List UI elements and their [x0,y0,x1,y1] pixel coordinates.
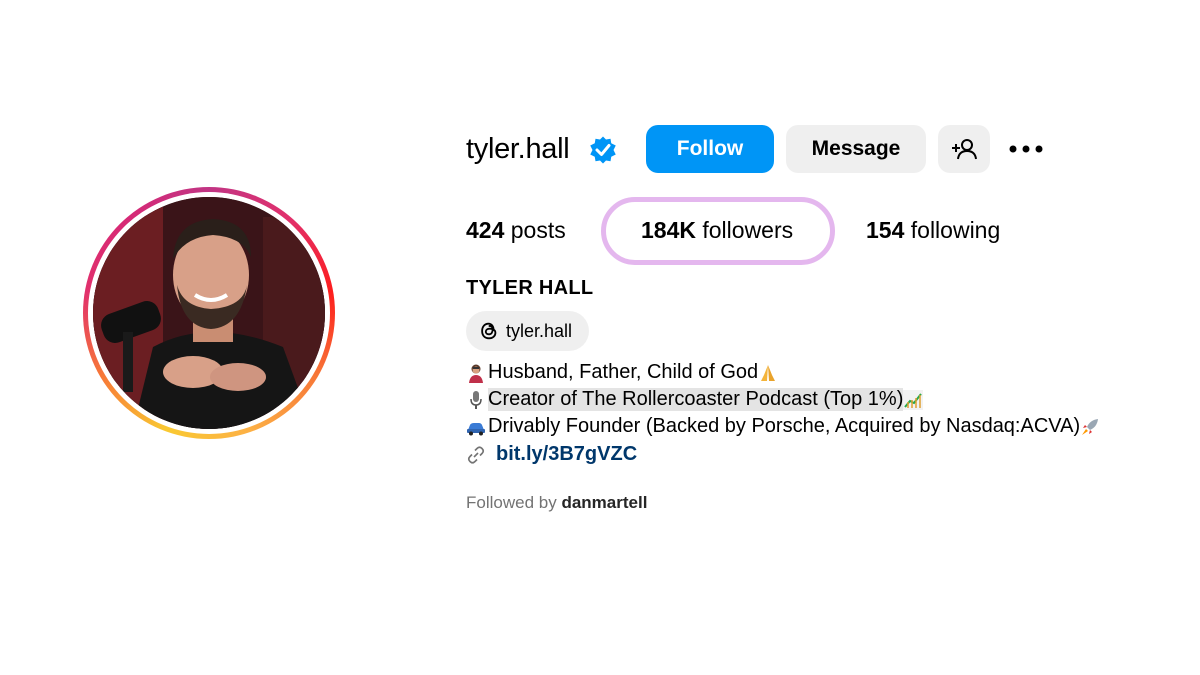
followers-stat[interactable]: 184K followers [641,217,793,244]
bio-line-3: Drivably Founder (Backed by Porsche, Acq… [466,415,1102,438]
followers-label: followers [702,217,794,243]
praying-hands-icon [758,363,778,383]
chart-increasing-icon [903,389,924,410]
bio-line-2: Creator of The Rollercoaster Podcast (To… [466,388,925,411]
full-name: TYLER HALL [466,277,594,299]
posts-label: posts [510,217,566,243]
following-stat[interactable]: 154 following [866,217,1000,244]
profile-photo [93,197,325,429]
more-options-button[interactable] [1002,125,1050,173]
message-button[interactable]: Message [786,125,926,173]
posts-stat: 424 posts [466,217,566,244]
threads-icon [481,322,497,340]
microphone-icon [466,390,486,410]
bio-text-2: Creator of The Rollercoaster Podcast (To… [488,388,904,411]
bio-link[interactable]: bit.ly/3B7gVZC [466,443,637,466]
bio-text-3: Drivably Founder (Backed by Porsche, Acq… [488,415,1081,437]
add-user-button[interactable] [938,125,990,173]
story-ring[interactable] [83,187,335,439]
followed-by-name[interactable]: danmartell [561,493,647,512]
avatar[interactable] [93,197,325,429]
rocket-icon [1080,417,1100,437]
car-icon [466,417,486,437]
followed-by[interactable]: Followed by danmartell [466,493,647,513]
link-icon [467,445,485,464]
threads-badge[interactable]: tyler.hall [466,311,589,351]
posts-count: 424 [466,217,505,243]
following-count: 154 [866,217,905,243]
more-options-icon [1009,145,1043,153]
following-label: following [910,217,1001,243]
followers-count: 184K [641,217,696,243]
threads-handle: tyler.hall [506,320,573,341]
username: tyler.hall [466,133,570,165]
person-emoji-icon [466,363,486,383]
bio-link-text[interactable]: bit.ly/3B7gVZC [496,443,637,466]
follow-button[interactable]: Follow [646,125,774,173]
verified-badge-icon [590,136,616,164]
bio-text-1: Husband, Father, Child of God [488,361,759,383]
add-person-icon [952,139,977,160]
followed-by-prefix: Followed by [466,493,557,512]
bio-line-1: Husband, Father, Child of God [466,361,780,384]
